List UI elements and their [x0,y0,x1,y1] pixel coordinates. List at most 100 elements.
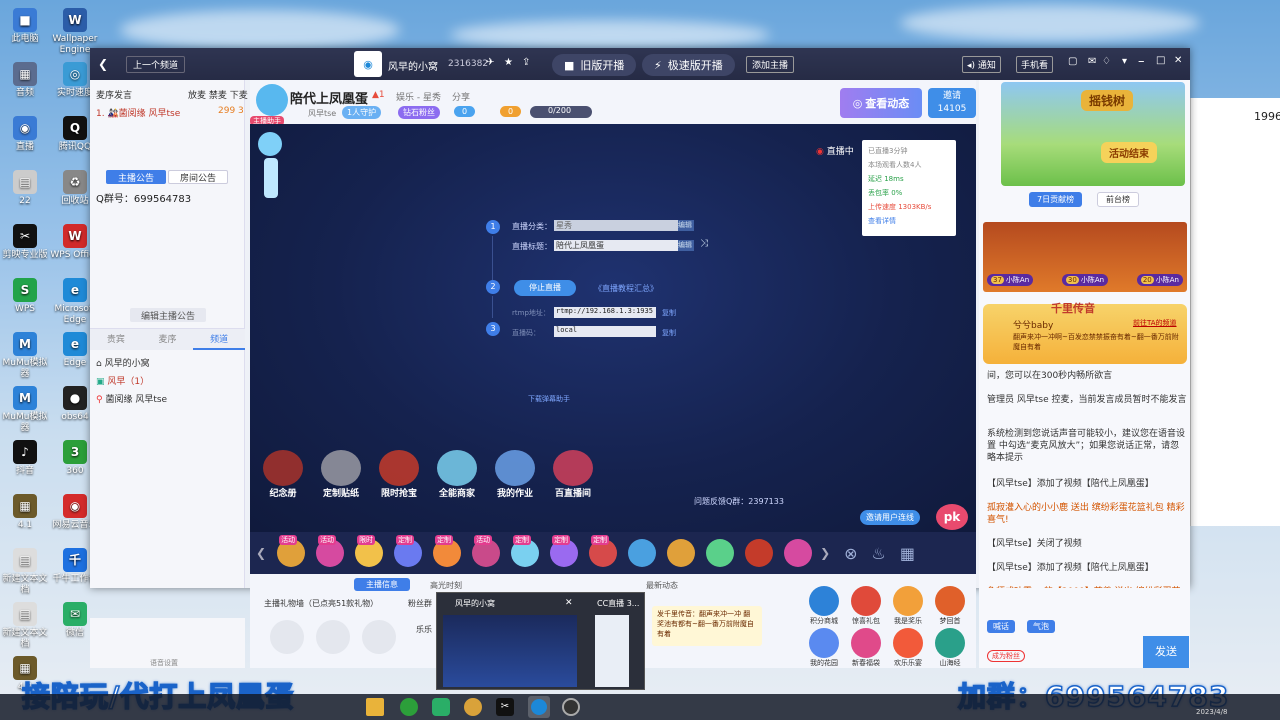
desktop-icon[interactable]: ▤ 新建文本文档 [0,548,50,596]
tab-prev-rank[interactable]: 前台榜 [1097,192,1139,207]
gift-item[interactable]: 定制 [394,535,423,567]
gift-item[interactable] [784,539,813,567]
activity-item[interactable]: 山海经 [930,628,970,668]
download-danmaku-link[interactable]: 下载弹幕助手 [528,394,570,404]
thumb-close-icon[interactable]: ✕ [565,598,573,608]
mobile-watch-button[interactable]: 手机看 [1016,56,1054,73]
maximize-icon[interactable]: □ [1156,55,1165,66]
diamond-fans-badge[interactable]: 钻石粉丝 [398,106,440,119]
stage-tool-button[interactable]: 限时抢宝 [374,450,424,504]
money-tree-banner[interactable]: 摇钱树 活动结束 [1001,82,1185,186]
shout-button[interactable]: 喊话 [987,620,1015,633]
shuffle-icon[interactable]: ⤨ [700,238,708,249]
star-icon[interactable]: ★ [504,57,513,68]
desktop-icon[interactable]: ▤ 新建文本文档 [0,602,50,650]
queue-user[interactable]: 1. 🎎菌阅缘 风早tse [96,106,180,119]
become-fan-button[interactable]: 成为粉丝 [987,650,1025,662]
title-edit-button[interactable]: 编辑 [678,240,694,251]
gift-item[interactable] [667,539,696,567]
desktop-icon[interactable]: ■ 此电脑 [0,8,50,45]
voice-settings[interactable]: 语音设置 [150,658,178,668]
tutorial-link[interactable]: 《直播教程汇总》 [594,283,658,294]
settings-icon[interactable]: ▢ [1068,56,1077,67]
activity-item[interactable]: 新春福袋 [846,628,886,668]
gift-item[interactable] [628,539,657,567]
cc-live-taskbar-icon[interactable] [528,696,550,718]
host-name[interactable]: 风早tse [308,108,336,119]
rtmp-copy-link[interactable]: 复制 [662,308,676,318]
mic-mode[interactable]: 麦序发言 [96,88,132,101]
broadcast-user[interactable]: 兮兮baby [1013,318,1053,331]
add-host-button[interactable]: 添加主播 [746,56,795,73]
stage-tool-button[interactable]: 纪念册 [258,450,308,504]
gift-item[interactable]: 定制 [589,535,618,567]
gift-item[interactable]: 活动 [472,535,501,567]
tab-room-notice[interactable]: 房间公告 [168,170,228,184]
browser-360-icon[interactable] [400,698,418,716]
subtab-channel[interactable]: 频道 [193,329,246,350]
gift-item[interactable]: 限时 [355,535,384,567]
category-field[interactable]: 星秀 [554,220,678,231]
desktop-icon[interactable]: ◉ 直播 [0,116,50,153]
desktop-icon[interactable]: S WPS [0,278,50,315]
desktop-icon[interactable]: ▦ 音频 [0,62,50,99]
gift-prev-icon[interactable]: ❮ [256,546,266,560]
gift-item[interactable]: 活动 [277,535,306,567]
key-field[interactable]: local [554,326,656,337]
fast-version-start-button[interactable]: ⚡ 极速版开播 [642,54,735,76]
rank-entry[interactable]: 20 小陈An [1136,274,1183,286]
stage-tool-button[interactable]: 百直播间 [548,450,598,504]
gift-item[interactable] [745,539,774,567]
title-field[interactable]: 陪代上凤凰蛋 [554,240,678,251]
tree-sub[interactable]: ▣ 风早（1） [96,374,149,387]
tab-latest[interactable]: 最新动态 [646,580,678,591]
desktop-icon[interactable]: ♪ 抖音 [0,440,50,477]
subtab-queue[interactable]: 麦序 [142,329,194,350]
gift-item[interactable] [706,539,735,567]
gift-item[interactable]: 定制 [433,535,462,567]
close-icon[interactable]: ✕ [1174,55,1182,66]
stat-detail-link[interactable]: 查看详情 [868,214,950,228]
menu-icon[interactable]: ▾ [1122,56,1127,67]
gift-tool-icon[interactable]: ⊗ [844,544,857,563]
rtmp-field[interactable]: rtmp://192.168.1.3:1935 [554,307,656,318]
file-explorer-icon[interactable] [366,698,384,716]
stage-tool-button[interactable]: 定制贴纸 [316,450,366,504]
old-version-start-button[interactable]: ■ 旧版开播 [552,54,637,76]
desktop-icon[interactable]: ▤ 22 [0,170,50,207]
host-avatar[interactable] [256,84,288,116]
broadcast-link[interactable]: 前往TA的频道 [1133,318,1177,328]
skin-icon[interactable]: ♢ [1102,56,1111,67]
tab-7day-rank[interactable]: 7日贡献榜 [1029,192,1083,207]
tree-user[interactable]: ⚲ 菌阅缘 风早tse [96,392,167,405]
desktop-icon[interactable]: ▦ 4.1 [0,494,50,531]
stage-tool-button[interactable]: 全能商家 [432,450,482,504]
invite-button[interactable]: 邀请 14105 [928,88,976,118]
back-arrow-icon[interactable]: ❮ [98,57,108,71]
stage-tool-button[interactable]: 我的作业 [490,450,540,504]
pk-icon[interactable]: pk [936,504,968,530]
tab-host-notice[interactable]: 主播公告 [106,170,166,184]
activity-item[interactable]: 积分商城 [804,586,844,626]
notify-button[interactable]: ◂) 通知 [962,56,1001,73]
pin-icon[interactable]: ✈ [486,57,494,68]
mic-connect-button[interactable]: 邀请用户连线 [860,510,920,525]
activity-item[interactable]: 梦回首 [930,586,970,626]
rank-entry[interactable]: 37 小陈An [987,274,1034,286]
share-icon[interactable]: ⇪ [522,57,530,68]
minimize-icon[interactable]: – [1138,54,1145,69]
desktop-icon[interactable]: ✂ 剪映专业版 [0,224,50,261]
capcut-icon[interactable]: ✂ [496,698,514,716]
gift-next-icon[interactable]: ❯ [820,546,830,560]
gift-wall-item[interactable] [270,620,304,654]
activity-item[interactable]: 我的花园 [804,628,844,668]
gift-item[interactable]: 活动 [316,535,345,567]
desktop-icon[interactable]: M MuMu模拟器 [0,386,50,434]
activity-item[interactable]: 我是奖乐 [888,586,928,626]
activity-item[interactable]: 惊喜礼包 [846,586,886,626]
thumbnail-1[interactable] [443,615,577,687]
prev-channel-button[interactable]: 上一个频道 [126,56,186,73]
view-dynamic-button[interactable]: ◎ 查看动态 [840,88,922,118]
gift-tool-icon[interactable]: ♨ [872,544,886,563]
obs-icon[interactable] [562,698,580,716]
